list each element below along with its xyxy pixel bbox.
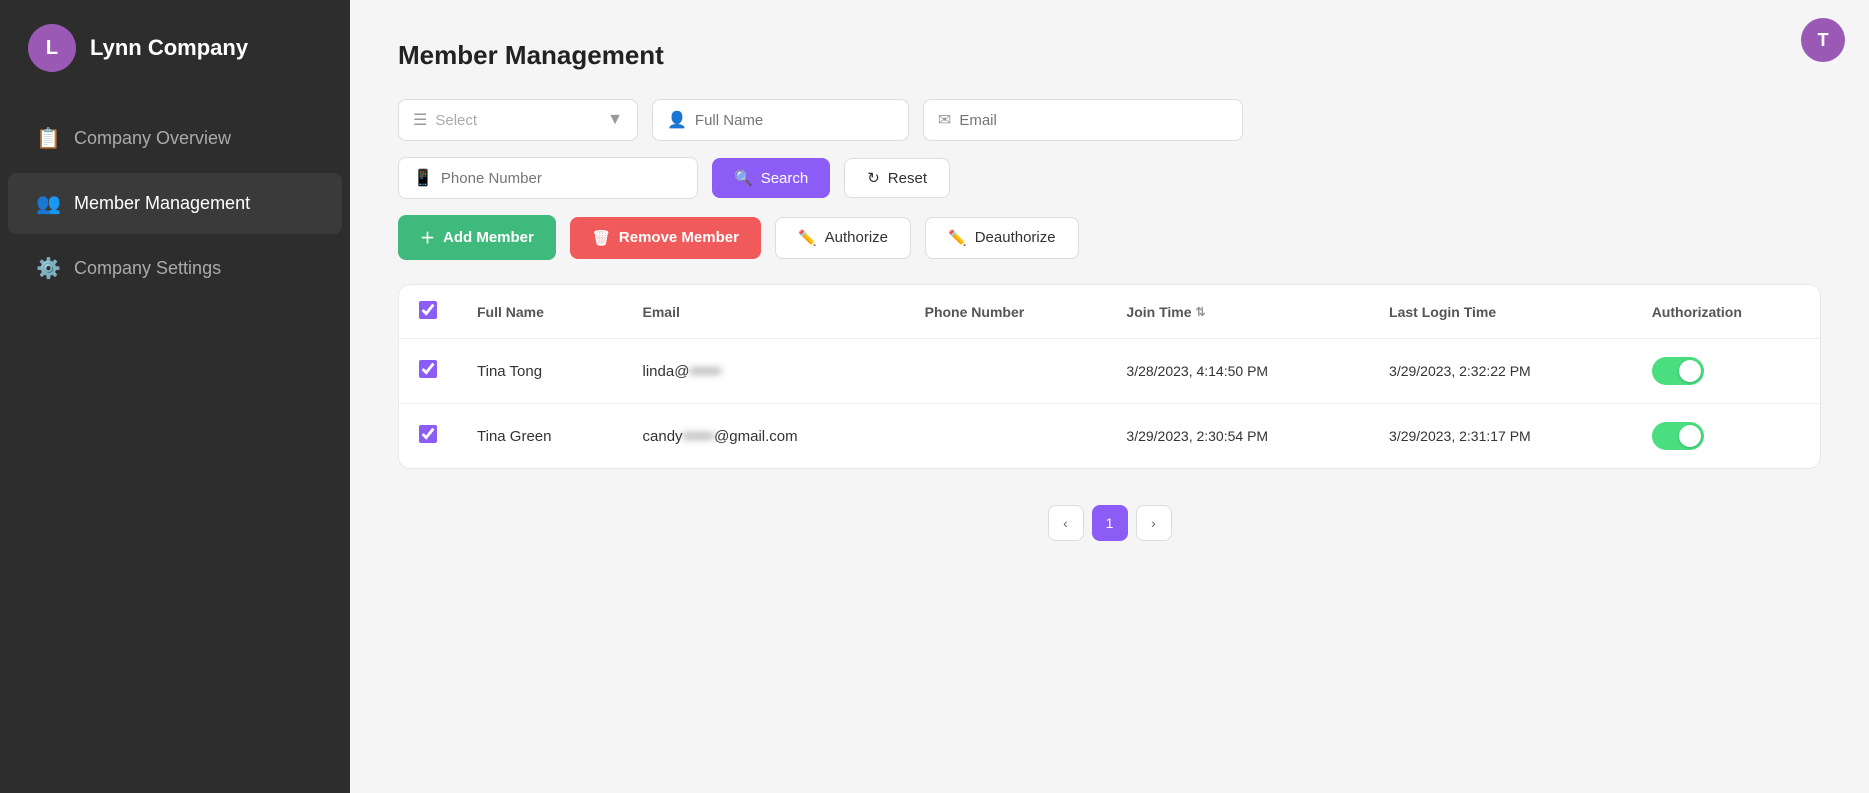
sort-icon: ⇅ [1196, 305, 1206, 319]
role-select[interactable]: ☰ Select ▼ [398, 99, 638, 141]
company-name: Lynn Company [90, 35, 248, 61]
search-icon: 🔍 [734, 169, 753, 187]
remove-member-button[interactable]: 🗑 Remove Member [570, 217, 761, 259]
company-overview-icon: 📋 [36, 126, 60, 151]
table-row: Tina Tong linda@•••••• 3/28/2023, 4:14:5… [399, 339, 1820, 404]
table-header-row: Full Name Email Phone Number Join Time ⇅ [399, 285, 1820, 339]
filter-row-2: 📱 🔍 Search ↻ Reset [398, 157, 1821, 199]
col-header-phone: Phone Number [905, 285, 1107, 339]
row-phone [905, 339, 1107, 404]
row-checkbox-cell[interactable] [399, 339, 457, 404]
select-all-cell[interactable] [399, 285, 457, 339]
table-row: Tina Green candy••••••@gmail.com 3/29/20… [399, 404, 1820, 469]
members-table-container: Full Name Email Phone Number Join Time ⇅ [398, 284, 1821, 469]
sidebar: L Lynn Company 📋 Company Overview 👥 Memb… [0, 0, 350, 793]
col-header-email: Email [623, 285, 905, 339]
row-last-login: 3/29/2023, 2:32:22 PM [1369, 339, 1632, 404]
company-avatar: L [28, 24, 76, 72]
row-fullname: Tina Green [457, 404, 623, 469]
deauthorize-label: Deauthorize [975, 229, 1056, 246]
email-filter[interactable]: ✉ [923, 99, 1243, 141]
deauthorize-icon: ✏️ [948, 229, 967, 247]
table-body: Tina Tong linda@•••••• 3/28/2023, 4:14:5… [399, 339, 1820, 469]
row-phone [905, 404, 1107, 469]
sidebar-item-company-settings[interactable]: ⚙️ Company Settings [8, 238, 342, 299]
select-icon: ☰ [413, 110, 427, 130]
pagination-prev[interactable]: ‹ [1048, 505, 1084, 541]
pagination-page-1[interactable]: 1 [1092, 505, 1128, 541]
col-header-fullname: Full Name [457, 285, 623, 339]
chevron-down-icon: ▼ [607, 111, 623, 129]
authorize-label: Authorize [825, 229, 888, 246]
row-email: linda@•••••• [623, 339, 905, 404]
authorize-button[interactable]: ✏️ Authorize [775, 217, 911, 259]
add-icon: ＋ [420, 227, 435, 248]
sidebar-nav: 📋 Company Overview 👥 Member Management ⚙… [0, 108, 350, 299]
pagination-next[interactable]: › [1136, 505, 1172, 541]
authorize-icon: ✏️ [798, 229, 817, 247]
row-checkbox[interactable] [419, 360, 437, 378]
col-header-join-time[interactable]: Join Time ⇅ [1106, 285, 1369, 339]
fullname-input[interactable] [695, 112, 894, 129]
sidebar-item-member-management[interactable]: 👥 Member Management [8, 173, 342, 234]
members-table: Full Name Email Phone Number Join Time ⇅ [399, 285, 1820, 468]
row-email: candy••••••@gmail.com [623, 404, 905, 469]
sidebar-item-label: Company Overview [74, 128, 231, 149]
sidebar-item-label: Member Management [74, 193, 250, 214]
pagination: ‹ 1 › [398, 505, 1821, 541]
company-settings-icon: ⚙️ [36, 256, 60, 281]
toggle-knob [1679, 360, 1701, 382]
main-content: Member Management ☰ Select ▼ 👤 ✉ 📱 🔍 Sea… [350, 0, 1869, 793]
phone-input[interactable] [441, 170, 683, 187]
row-authorization[interactable] [1632, 339, 1820, 404]
row-fullname: Tina Tong [457, 339, 623, 404]
select-placeholder: Select [435, 112, 599, 129]
page-title: Member Management [398, 40, 1821, 71]
row-last-login: 3/29/2023, 2:31:17 PM [1369, 404, 1632, 469]
filter-row-1: ☰ Select ▼ 👤 ✉ [398, 99, 1821, 141]
row-authorization[interactable] [1632, 404, 1820, 469]
add-member-label: Add Member [443, 229, 534, 246]
user-avatar[interactable]: T [1801, 18, 1845, 62]
search-button[interactable]: 🔍 Search [712, 158, 830, 198]
deauthorize-button[interactable]: ✏️ Deauthorize [925, 217, 1079, 259]
select-all-checkbox[interactable] [419, 301, 437, 319]
sidebar-item-company-overview[interactable]: 📋 Company Overview [8, 108, 342, 169]
authorization-toggle[interactable] [1652, 422, 1704, 450]
authorization-toggle[interactable] [1652, 357, 1704, 385]
fullname-filter[interactable]: 👤 [652, 99, 909, 141]
row-join-time: 3/28/2023, 4:14:50 PM [1106, 339, 1369, 404]
toggle-knob [1679, 425, 1701, 447]
row-join-time: 3/29/2023, 2:30:54 PM [1106, 404, 1369, 469]
reset-label: Reset [888, 170, 927, 187]
reset-icon: ↻ [867, 169, 880, 187]
trash-icon: 🗑 [592, 229, 611, 247]
email-icon: ✉ [938, 110, 951, 130]
row-checkbox[interactable] [419, 425, 437, 443]
phone-icon: 📱 [413, 168, 433, 188]
col-header-authorization: Authorization [1632, 285, 1820, 339]
sidebar-header: L Lynn Company [0, 0, 350, 96]
add-member-button[interactable]: ＋ Add Member [398, 215, 556, 260]
sidebar-item-label: Company Settings [74, 258, 221, 279]
phone-filter[interactable]: 📱 [398, 157, 698, 199]
action-row: ＋ Add Member 🗑 Remove Member ✏️ Authoriz… [398, 215, 1821, 260]
col-header-last-login: Last Login Time [1369, 285, 1632, 339]
search-label: Search [761, 170, 809, 187]
member-management-icon: 👥 [36, 191, 60, 216]
person-icon: 👤 [667, 110, 687, 130]
reset-button[interactable]: ↻ Reset [844, 158, 950, 198]
email-input[interactable] [959, 112, 1228, 129]
remove-member-label: Remove Member [619, 229, 739, 246]
row-checkbox-cell[interactable] [399, 404, 457, 469]
